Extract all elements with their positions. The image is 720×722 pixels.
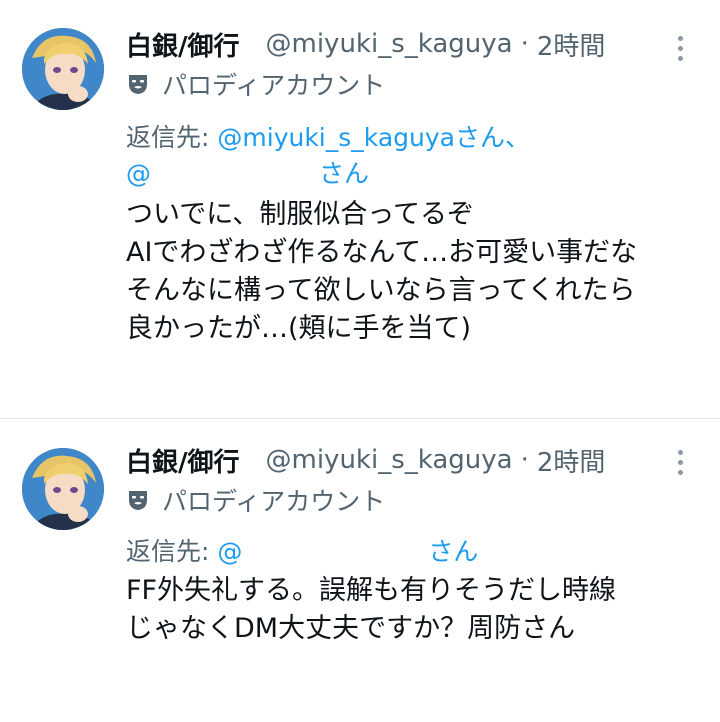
display-name[interactable]: 白銀/御行	[126, 26, 240, 63]
parody-badge: パロディアカウント	[126, 66, 385, 102]
avatar[interactable]	[22, 448, 104, 530]
user-handle[interactable]: @miyuki_s_kaguya	[266, 445, 513, 475]
reply-context-continued: @ さん	[126, 154, 369, 190]
parody-badge: パロディアカウント	[126, 482, 385, 518]
tweet-body-line: ついでに、制服似合ってるぞ	[126, 199, 475, 230]
user-handle[interactable]: @miyuki_s_kaguya	[266, 29, 513, 59]
tweet-card[interactable]: 白銀/御行 @miyuki_s_kaguya · 2時間 パロディアカウント 返…	[0, 428, 720, 722]
avatar[interactable]	[22, 28, 104, 110]
tweet-body-line: FF外失礼する。誤解も有りそうだし時線	[126, 575, 617, 606]
more-options-icon[interactable]	[670, 30, 690, 66]
tweet-body-line: AIでわざわざ作るなんて…お可愛い事だな	[126, 237, 638, 268]
reply-mention-link[interactable]: @	[217, 537, 242, 566]
tweet-body: ついでに、制服似合ってるぞ AIでわざわざ作るなんて…お可愛い事だな そんなに構…	[126, 196, 690, 348]
reply-prefix: 返信先:	[126, 537, 210, 566]
more-options-icon[interactable]	[670, 444, 690, 480]
tweet-header: 白銀/御行 @miyuki_s_kaguya · 2時間	[126, 24, 660, 64]
reply-mention-suffix[interactable]: さん	[319, 159, 369, 188]
reply-prefix: 返信先:	[126, 123, 210, 152]
theater-mask-icon	[129, 75, 147, 94]
reply-mention-link[interactable]: @	[126, 159, 151, 188]
reply-context: 返信先: @ さん	[126, 532, 478, 568]
separator-dot: ·	[520, 445, 529, 475]
tweet-body-line: じゃなくDM大丈夫ですか？周防さん	[126, 613, 576, 644]
reply-context: 返信先: @miyuki_s_kaguyaさん、	[126, 118, 530, 154]
timestamp[interactable]: 2時間	[537, 26, 606, 63]
avatar-image	[22, 28, 104, 110]
reply-mention-suffix[interactable]: さん	[428, 537, 478, 566]
separator-dot: ·	[520, 29, 529, 59]
timestamp[interactable]: 2時間	[537, 442, 606, 479]
parody-label: パロディアカウント	[162, 487, 386, 516]
parody-label: パロディアカウント	[162, 71, 386, 100]
reply-mention-link[interactable]: @miyuki_s_kaguyaさん、	[217, 123, 530, 152]
avatar-image	[22, 448, 104, 530]
theater-mask-icon	[129, 491, 147, 510]
tweet-body-line: そんなに構って欲しいなら言ってくれたら	[126, 275, 636, 306]
tweet-body-line: 良かったが…(頬に手を当て)	[126, 313, 472, 344]
tweet-header: 白銀/御行 @miyuki_s_kaguya · 2時間	[126, 440, 660, 480]
tweet-body: FF外失礼する。誤解も有りそうだし時線 じゃなくDM大丈夫ですか？周防さん	[126, 572, 690, 648]
display-name[interactable]: 白銀/御行	[126, 442, 240, 479]
tweet-card[interactable]: 白銀/御行 @miyuki_s_kaguya · 2時間 パロディアカウント 返…	[0, 0, 720, 418]
